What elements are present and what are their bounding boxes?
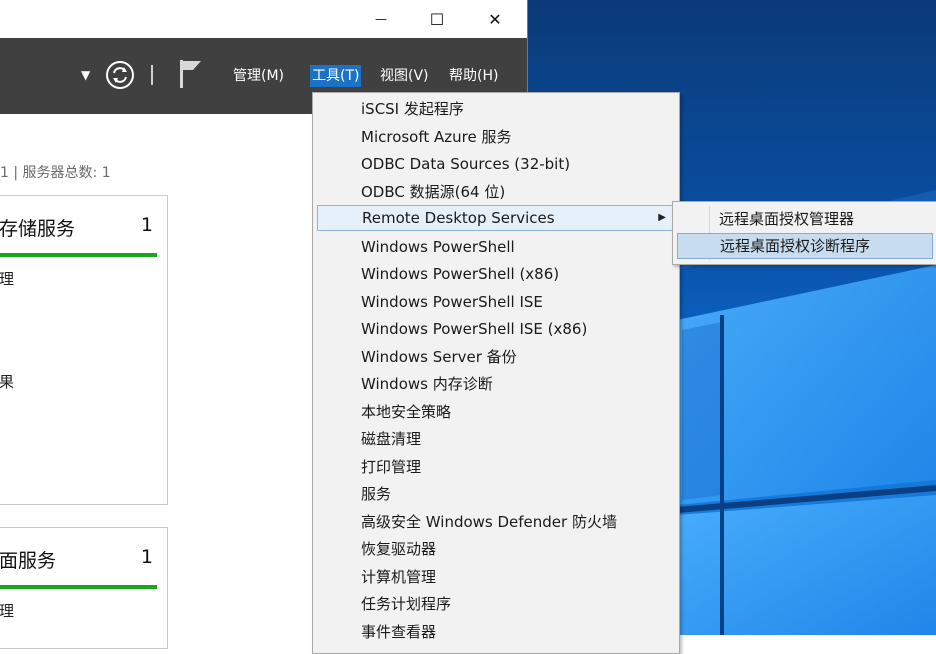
menu-item-computer-management[interactable]: 计算机管理 xyxy=(317,564,675,590)
menu-item-task-scheduler[interactable]: 任务计划程序 xyxy=(317,591,675,617)
menu-item-powershell-ise-x86[interactable]: Windows PowerShell ISE (x86) xyxy=(317,316,675,342)
minimize-icon: — xyxy=(375,12,387,26)
rds-submenu: 远程桌面授权管理器 远程桌面授权诊断程序 xyxy=(672,201,936,265)
submenu-arrow-icon: ▶ xyxy=(658,212,666,223)
menu-help[interactable]: 帮助(H) xyxy=(447,65,500,87)
submenu-item-licensing-manager[interactable]: 远程桌面授权管理器 xyxy=(677,206,933,232)
menu-item-powershell-x86[interactable]: Windows PowerShell (x86) xyxy=(317,261,675,287)
tile-count: 1 xyxy=(140,214,153,236)
menu-item-iscsi[interactable]: iSCSI 发起程序 xyxy=(317,96,675,122)
close-icon: ✕ xyxy=(488,9,502,29)
tile-item-manageability[interactable]: 理 xyxy=(0,268,14,289)
menu-item-label: Remote Desktop Services xyxy=(362,209,555,227)
menu-item-local-security-policy[interactable]: 本地安全策略 xyxy=(317,399,675,425)
maximize-button[interactable]: ☐ xyxy=(414,0,460,38)
server-summary: 1 | 服务器总数: 1 xyxy=(0,165,111,181)
menu-item-remote-desktop-services[interactable]: Remote Desktop Services ▶ xyxy=(317,205,675,231)
menu-item-recovery-drive[interactable]: 恢复驱动器 xyxy=(317,536,675,562)
tile-item-bpa[interactable]: 果 xyxy=(0,371,14,392)
flag-icon[interactable] xyxy=(177,58,203,90)
menu-item-defender-firewall[interactable]: 高级安全 Windows Defender 防火墙 xyxy=(317,509,675,535)
menu-item-event-viewer[interactable]: 事件查看器 xyxy=(317,619,675,645)
tile-title: 存储服务 xyxy=(0,218,76,240)
close-button[interactable]: ✕ xyxy=(472,0,518,38)
maximize-icon: ☐ xyxy=(429,9,445,29)
menu-item-azure[interactable]: Microsoft Azure 服务 xyxy=(317,124,675,150)
role-tile-storage[interactable]: 存储服务 1 理 果 xyxy=(0,195,168,505)
menu-manage[interactable]: 管理(M) xyxy=(231,65,286,87)
tile-count: 1 xyxy=(140,546,153,568)
menu-item-memory-diagnostic[interactable]: Windows 内存诊断 xyxy=(317,371,675,397)
tile-title: 面服务 xyxy=(0,550,57,572)
toolbar-separator xyxy=(151,65,153,85)
menu-item-services[interactable]: 服务 xyxy=(317,481,675,507)
menu-item-print-management[interactable]: 打印管理 xyxy=(317,454,675,480)
chevron-down-icon[interactable]: ▼ xyxy=(81,68,90,82)
tile-status-bar xyxy=(0,253,157,257)
tile-status-bar xyxy=(0,585,157,589)
menu-item-disk-cleanup[interactable]: 磁盘清理 xyxy=(317,426,675,452)
menu-tools[interactable]: 工具(T) xyxy=(310,65,362,87)
tools-dropdown-menu: iSCSI 发起程序 Microsoft Azure 服务 ODBC Data … xyxy=(312,92,680,654)
minimize-button[interactable]: — xyxy=(358,0,404,38)
tile-item-manageability[interactable]: 理 xyxy=(0,600,14,621)
menu-item-powershell[interactable]: Windows PowerShell xyxy=(317,234,675,260)
title-bar: — ☐ ✕ xyxy=(0,0,527,38)
role-tile-remote-desktop[interactable]: 面服务 1 理 xyxy=(0,527,168,649)
menu-view[interactable]: 视图(V) xyxy=(378,65,431,87)
submenu-item-licensing-diagnoser[interactable]: 远程桌面授权诊断程序 xyxy=(677,233,933,259)
menu-item-odbc-64[interactable]: ODBC 数据源(64 位) xyxy=(317,179,675,205)
refresh-icon[interactable] xyxy=(105,60,135,90)
menu-item-server-backup[interactable]: Windows Server 备份 xyxy=(317,344,675,370)
menu-item-powershell-ise[interactable]: Windows PowerShell ISE xyxy=(317,289,675,315)
menu-item-odbc-32[interactable]: ODBC Data Sources (32-bit) xyxy=(317,151,675,177)
